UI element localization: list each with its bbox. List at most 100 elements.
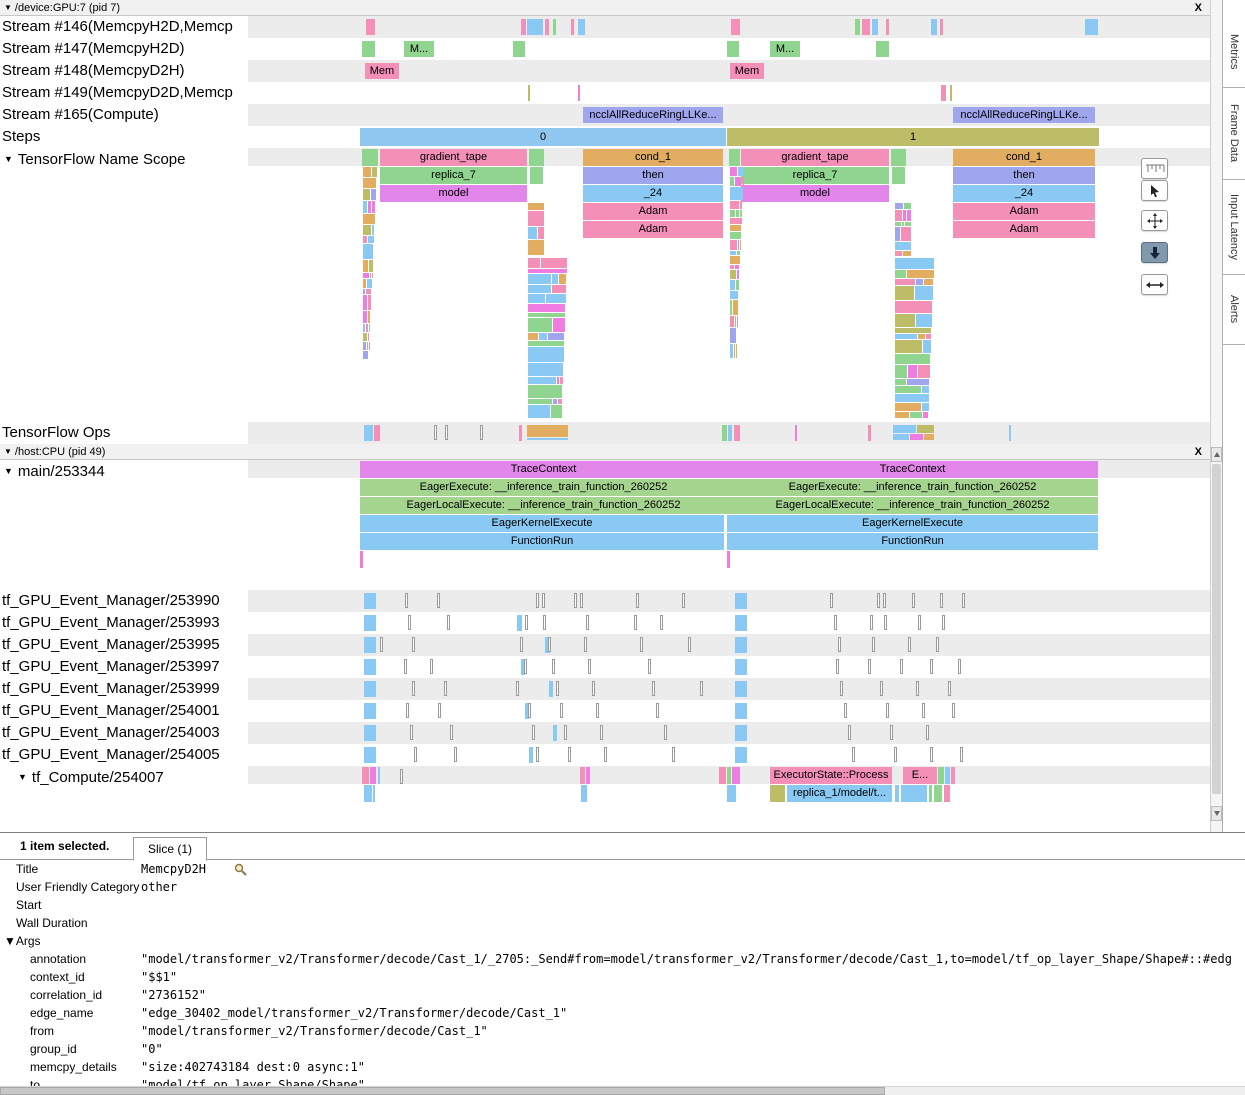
trace-slice[interactable] [528, 227, 537, 239]
track-label[interactable]: ▼main/253344 [0, 460, 248, 590]
tab-slice[interactable]: Slice (1) [133, 837, 207, 861]
trace-slice[interactable] [923, 340, 931, 353]
trace-slice[interactable] [363, 295, 367, 310]
timing-tool-button[interactable] [1141, 274, 1168, 295]
trace-slice[interactable] [363, 324, 365, 332]
trace-slice[interactable] [559, 274, 566, 284]
trace-slice[interactable] [740, 210, 742, 217]
trace-slice[interactable] [730, 210, 735, 217]
track-canvas[interactable] [248, 634, 1210, 656]
trace-slice-outline[interactable] [868, 659, 871, 674]
trace-slice[interactable] [734, 344, 735, 358]
trace-slice[interactable] [548, 333, 564, 340]
trace-slice-outline[interactable] [844, 703, 847, 718]
trace-slice[interactable] [553, 725, 557, 741]
trace-slice-outline[interactable] [524, 659, 527, 674]
track-canvas[interactable] [248, 678, 1210, 700]
trace-slice[interactable] [513, 41, 525, 57]
trace-slice[interactable] [895, 403, 921, 411]
trace-slice[interactable] [735, 659, 747, 675]
trace-slice-outline[interactable] [520, 637, 523, 652]
trace-slice-outline[interactable] [848, 725, 851, 740]
ruler-tool-button[interactable] [1141, 158, 1168, 179]
trace-slice[interactable] [904, 203, 911, 209]
trace-slice[interactable] [364, 615, 376, 631]
trace-slice-outline[interactable] [886, 703, 889, 718]
trace-slice-outline[interactable] [414, 747, 417, 762]
trace-slice[interactable] [528, 318, 552, 332]
trace-slice-outline[interactable] [648, 659, 651, 674]
trace-slice-outline[interactable] [536, 593, 539, 608]
trace-slice[interactable] [895, 279, 915, 285]
trace-slice[interactable] [876, 41, 889, 57]
trace-slice[interactable] [895, 251, 902, 256]
trace-slice-outline[interactable] [688, 637, 691, 652]
track-canvas[interactable]: MemMem [248, 60, 1210, 82]
trace-slice-outline[interactable] [438, 703, 441, 718]
trace-slice[interactable] [368, 201, 371, 213]
trace-slice[interactable] [735, 265, 739, 269]
trace-slice[interactable] [903, 251, 911, 256]
trace-slice[interactable] [362, 149, 378, 166]
trace-slice[interactable] [895, 785, 899, 802]
trace-slice[interactable] [862, 19, 870, 35]
trace-slice[interactable]: EagerExecute: __inference_train_function… [727, 479, 1098, 496]
trace-slice-outline[interactable] [916, 681, 919, 696]
trace-slice[interactable] [528, 203, 544, 210]
trace-slice[interactable] [360, 551, 363, 568]
trace-slice-outline[interactable] [900, 659, 903, 674]
trace-slice[interactable] [363, 189, 370, 200]
trace-slice[interactable]: Adam [583, 221, 723, 238]
trace-slice[interactable] [895, 258, 934, 269]
trace-slice[interactable] [740, 240, 741, 250]
trace-slice[interactable]: Mem [730, 63, 764, 79]
trace-slice[interactable] [730, 270, 736, 279]
trace-slice[interactable]: M... [404, 41, 434, 57]
section-header-cpu[interactable]: ▼/host:CPU (pid 49)X [0, 444, 1210, 460]
trace-slice-outline[interactable] [434, 425, 437, 440]
trace-slice[interactable] [950, 85, 952, 101]
trace-slice[interactable] [736, 344, 737, 358]
trace-slice[interactable] [363, 273, 369, 278]
trace-slice[interactable]: EagerLocalExecute: __inference_train_fun… [360, 497, 727, 514]
trace-slice[interactable] [727, 785, 736, 802]
trace-slice-outline[interactable] [525, 615, 528, 630]
trace-slice[interactable] [571, 19, 574, 35]
trace-slice[interactable] [363, 225, 371, 235]
trace-slice[interactable] [922, 403, 929, 411]
trace-slice[interactable] [727, 551, 730, 568]
trace-slice-outline[interactable] [564, 725, 567, 740]
trace-slice[interactable] [521, 19, 526, 35]
trace-slice[interactable] [892, 167, 905, 184]
trace-slice[interactable]: Adam [953, 221, 1095, 238]
trace-slice-outline[interactable] [404, 659, 407, 674]
trace-slice[interactable] [951, 767, 955, 784]
trace-slice-outline[interactable] [584, 637, 587, 652]
trace-slice[interactable] [363, 342, 366, 350]
trace-slice[interactable] [736, 280, 739, 290]
trace-slice-outline[interactable] [380, 637, 383, 652]
trace-slice-outline[interactable] [405, 593, 408, 608]
trace-slice[interactable] [541, 258, 567, 268]
trace-slice[interactable] [734, 425, 740, 441]
track-canvas[interactable]: ExecutorState::ProcessE...replica_1/mode… [248, 766, 1210, 822]
trace-slice[interactable]: ncclAllReduceRingLLKe... [953, 107, 1095, 123]
trace-slice[interactable] [371, 189, 376, 200]
trace-slice[interactable]: EagerKernelExecute [727, 515, 1098, 532]
trace-slice-outline[interactable] [922, 703, 925, 718]
trace-slice-outline[interactable] [480, 425, 483, 440]
hscrollbar-thumb[interactable] [0, 1087, 885, 1095]
trace-slice[interactable] [732, 767, 740, 784]
trace-slice[interactable] [730, 344, 733, 358]
trace-slice[interactable] [730, 187, 743, 200]
trace-slice-outline[interactable] [836, 659, 839, 674]
trace-slice[interactable] [368, 311, 370, 323]
track-canvas[interactable] [248, 422, 1210, 444]
trace-slice[interactable] [578, 19, 585, 35]
trace-slice[interactable] [895, 412, 909, 418]
close-section-button[interactable]: X [1195, 1, 1202, 16]
trace-slice[interactable]: replica_7 [741, 167, 889, 184]
trace-slice[interactable] [891, 149, 906, 166]
trace-slice[interactable] [924, 279, 933, 285]
trace-slice[interactable] [367, 279, 372, 288]
